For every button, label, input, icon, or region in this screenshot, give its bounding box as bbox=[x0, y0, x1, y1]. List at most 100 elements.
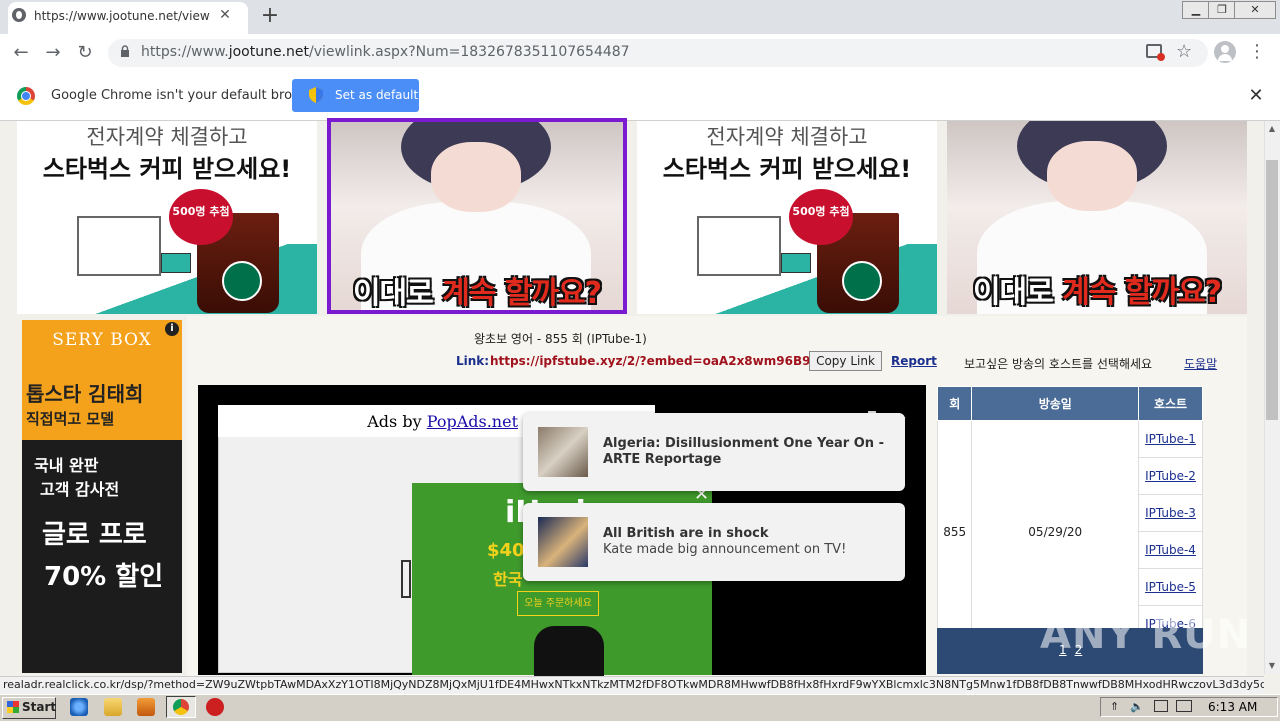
back-button[interactable]: ← bbox=[8, 40, 34, 66]
notification-thumbnail bbox=[538, 427, 588, 477]
protein-tub-image bbox=[534, 626, 604, 676]
iherb-korea-text: 한국 bbox=[493, 570, 523, 589]
banner-line1: 전자계약 체결하고 bbox=[86, 125, 248, 149]
push-notification[interactable]: Algeria: Disillusionment One Year On - A… bbox=[523, 413, 905, 491]
side-ad-line1: 톱스타 김태희 bbox=[26, 382, 144, 406]
ad-info-icon[interactable]: i bbox=[165, 322, 179, 336]
host-link[interactable]: IPTube-1 bbox=[1145, 432, 1196, 446]
side-ad-line4: 고객 감사전 bbox=[40, 480, 120, 499]
scroll-down-arrow-icon[interactable]: ▼ bbox=[1264, 658, 1280, 674]
mail-icon bbox=[161, 253, 191, 273]
profile-avatar-icon[interactable] bbox=[1214, 41, 1236, 63]
column-header: 방송일 bbox=[971, 386, 1140, 421]
comic-banner-ad[interactable]: 이대로 계속 할까요? bbox=[327, 118, 627, 314]
report-link[interactable]: Report bbox=[891, 354, 937, 368]
starbucks-logo-icon bbox=[842, 261, 882, 301]
volume-icon[interactable]: 🔈 bbox=[1130, 700, 1144, 713]
close-window-button[interactable]: ✕ bbox=[1234, 1, 1276, 19]
scroll-up-arrow-icon[interactable]: ▲ bbox=[1264, 121, 1280, 137]
help-link[interactable]: 도움말 bbox=[1184, 355, 1217, 372]
starbucks-banner-ad-2[interactable]: 전자계약 체결하고 스타벅스 커피 받으세요! 500명 추첨 bbox=[637, 121, 937, 314]
comic-face bbox=[1047, 141, 1137, 211]
chrome-taskbar-button[interactable] bbox=[166, 696, 196, 718]
starbucks-logo-icon bbox=[222, 261, 262, 301]
side-ad-line3: 국내 완판 bbox=[34, 456, 99, 475]
link-label: Link: bbox=[456, 354, 490, 368]
copy-link-button[interactable]: Copy Link bbox=[809, 351, 882, 371]
status-bar-url: realadr.realclick.co.kr/dsp/?method=ZW9u… bbox=[0, 676, 1264, 694]
prize-badge-text: 500명 추첨 bbox=[172, 205, 230, 218]
network-icon[interactable] bbox=[1154, 700, 1168, 712]
tray-arrow-icon[interactable]: ⇑ bbox=[1110, 700, 1122, 713]
host-cell: IPTube-5 bbox=[1138, 568, 1203, 606]
banner-line2: 스타벅스 커피 받으세요! bbox=[42, 155, 292, 183]
banner-line2: 스타벅스 커피 받으세요! bbox=[662, 155, 912, 183]
comic-face bbox=[431, 142, 521, 212]
episode-number-cell: 855 bbox=[936, 420, 973, 643]
shield-icon bbox=[309, 87, 323, 103]
comic-banner-ad-2[interactable]: 이대로 계속 할까요? bbox=[947, 121, 1247, 314]
reload-button[interactable]: ↻ bbox=[72, 40, 98, 66]
forward-button[interactable]: → bbox=[40, 40, 66, 66]
media-player-icon[interactable] bbox=[137, 698, 155, 716]
host-cell: IPTube-3 bbox=[1138, 494, 1203, 532]
comic-caption: 이대로 계속 할까요? bbox=[972, 275, 1222, 310]
host-link[interactable]: IPTube-5 bbox=[1145, 580, 1196, 594]
column-header: 호스트 bbox=[1138, 386, 1203, 421]
comic-caption: 이대로 계속 할까요? bbox=[352, 276, 602, 311]
minimize-button[interactable]: ▁ bbox=[1182, 1, 1210, 19]
scrollbar-thumb[interactable] bbox=[1266, 160, 1278, 420]
tab-title: https://www.jootune.net/viewlink.a bbox=[34, 9, 210, 23]
contract-document-icon bbox=[697, 216, 781, 276]
internet-explorer-icon[interactable] bbox=[70, 698, 88, 716]
notification-thumbnail bbox=[538, 517, 588, 567]
side-ad-brand: SERY BOX bbox=[52, 330, 152, 350]
host-hint-text: 보고싶은 방송의 호스트를 선택해세요 bbox=[964, 357, 1153, 371]
host-link[interactable]: IPTube-4 bbox=[1145, 543, 1196, 557]
taskbar-clock: 6:13 AM bbox=[1208, 700, 1258, 714]
notification-title: All British are in shock bbox=[603, 526, 769, 541]
contract-document-icon bbox=[77, 216, 161, 276]
banner-line1: 전자계약 체결하고 bbox=[706, 125, 868, 149]
notification-title: Algeria: Disillusionment One Year On - A… bbox=[603, 436, 884, 467]
host-table: 회 방송일 호스트 855 05/29/20 IPTube-1 IPTube-2… bbox=[936, 386, 1203, 643]
side-ad-line5: 글로 프로 bbox=[42, 520, 147, 550]
battery-icon[interactable] bbox=[1176, 700, 1192, 712]
infobar-message: Google Chrome isn't your default browser bbox=[51, 88, 323, 103]
host-cell: IPTube-2 bbox=[1138, 457, 1203, 495]
folder-icon[interactable] bbox=[104, 698, 122, 716]
new-tab-button[interactable]: + bbox=[258, 4, 282, 28]
prize-badge-text: 500명 추첨 bbox=[792, 205, 850, 218]
host-link[interactable]: IPTube-2 bbox=[1145, 469, 1196, 483]
infobar-close-icon[interactable]: ✕ bbox=[1246, 86, 1266, 106]
host-cell: IPTube-1 bbox=[1138, 420, 1203, 458]
tab-close-icon[interactable]: ✕ bbox=[216, 6, 234, 24]
broadcast-date-cell: 05/29/20 bbox=[971, 420, 1140, 643]
chrome-logo-icon bbox=[17, 87, 35, 105]
starbucks-banner-ad[interactable]: 전자계약 체결하고 스타벅스 커피 받으세요! 500명 추첨 bbox=[17, 121, 317, 314]
episode-link-url[interactable]: https://ipfstube.xyz/2/?embed=oaA2x8wm96… bbox=[490, 354, 850, 368]
menu-kebab-icon[interactable]: ⋮ bbox=[1248, 40, 1266, 64]
bookmark-star-icon[interactable]: ☆ bbox=[1176, 41, 1192, 62]
lock-icon[interactable] bbox=[120, 45, 130, 57]
windows-logo-icon bbox=[7, 701, 19, 713]
popads-link[interactable]: PopAds.net bbox=[427, 412, 518, 431]
side-ad-line6: 70% 할인 bbox=[44, 562, 164, 592]
push-notification-2[interactable]: All British are in shock Kate made big a… bbox=[523, 503, 905, 581]
iherb-order-button[interactable]: 오늘 주문하세요 bbox=[517, 591, 599, 616]
host-link[interactable]: IPTube-3 bbox=[1145, 506, 1196, 520]
anyrun-watermark: ANY RUN bbox=[1040, 612, 1252, 658]
set-as-default-label[interactable]: Set as default bbox=[335, 88, 418, 102]
security-alert-icon[interactable] bbox=[206, 698, 224, 716]
start-label: Start bbox=[22, 700, 57, 714]
episode-title: 왕초보 영어 - 855 회 (IPTube-1) bbox=[474, 332, 647, 346]
popup-blocked-icon[interactable] bbox=[1146, 44, 1165, 61]
broken-image-placeholder bbox=[401, 560, 411, 598]
restore-button[interactable]: ❐ bbox=[1208, 1, 1236, 19]
mail-icon bbox=[781, 253, 811, 273]
url-text[interactable]: https://www.jootune.net/viewlink.aspx?Nu… bbox=[141, 44, 630, 60]
iherb-price: $40 bbox=[487, 540, 525, 561]
start-button[interactable]: Start bbox=[2, 697, 56, 719]
ads-by-label: Ads by PopAds.net bbox=[367, 412, 518, 431]
host-cell: IPTube-4 bbox=[1138, 531, 1203, 569]
